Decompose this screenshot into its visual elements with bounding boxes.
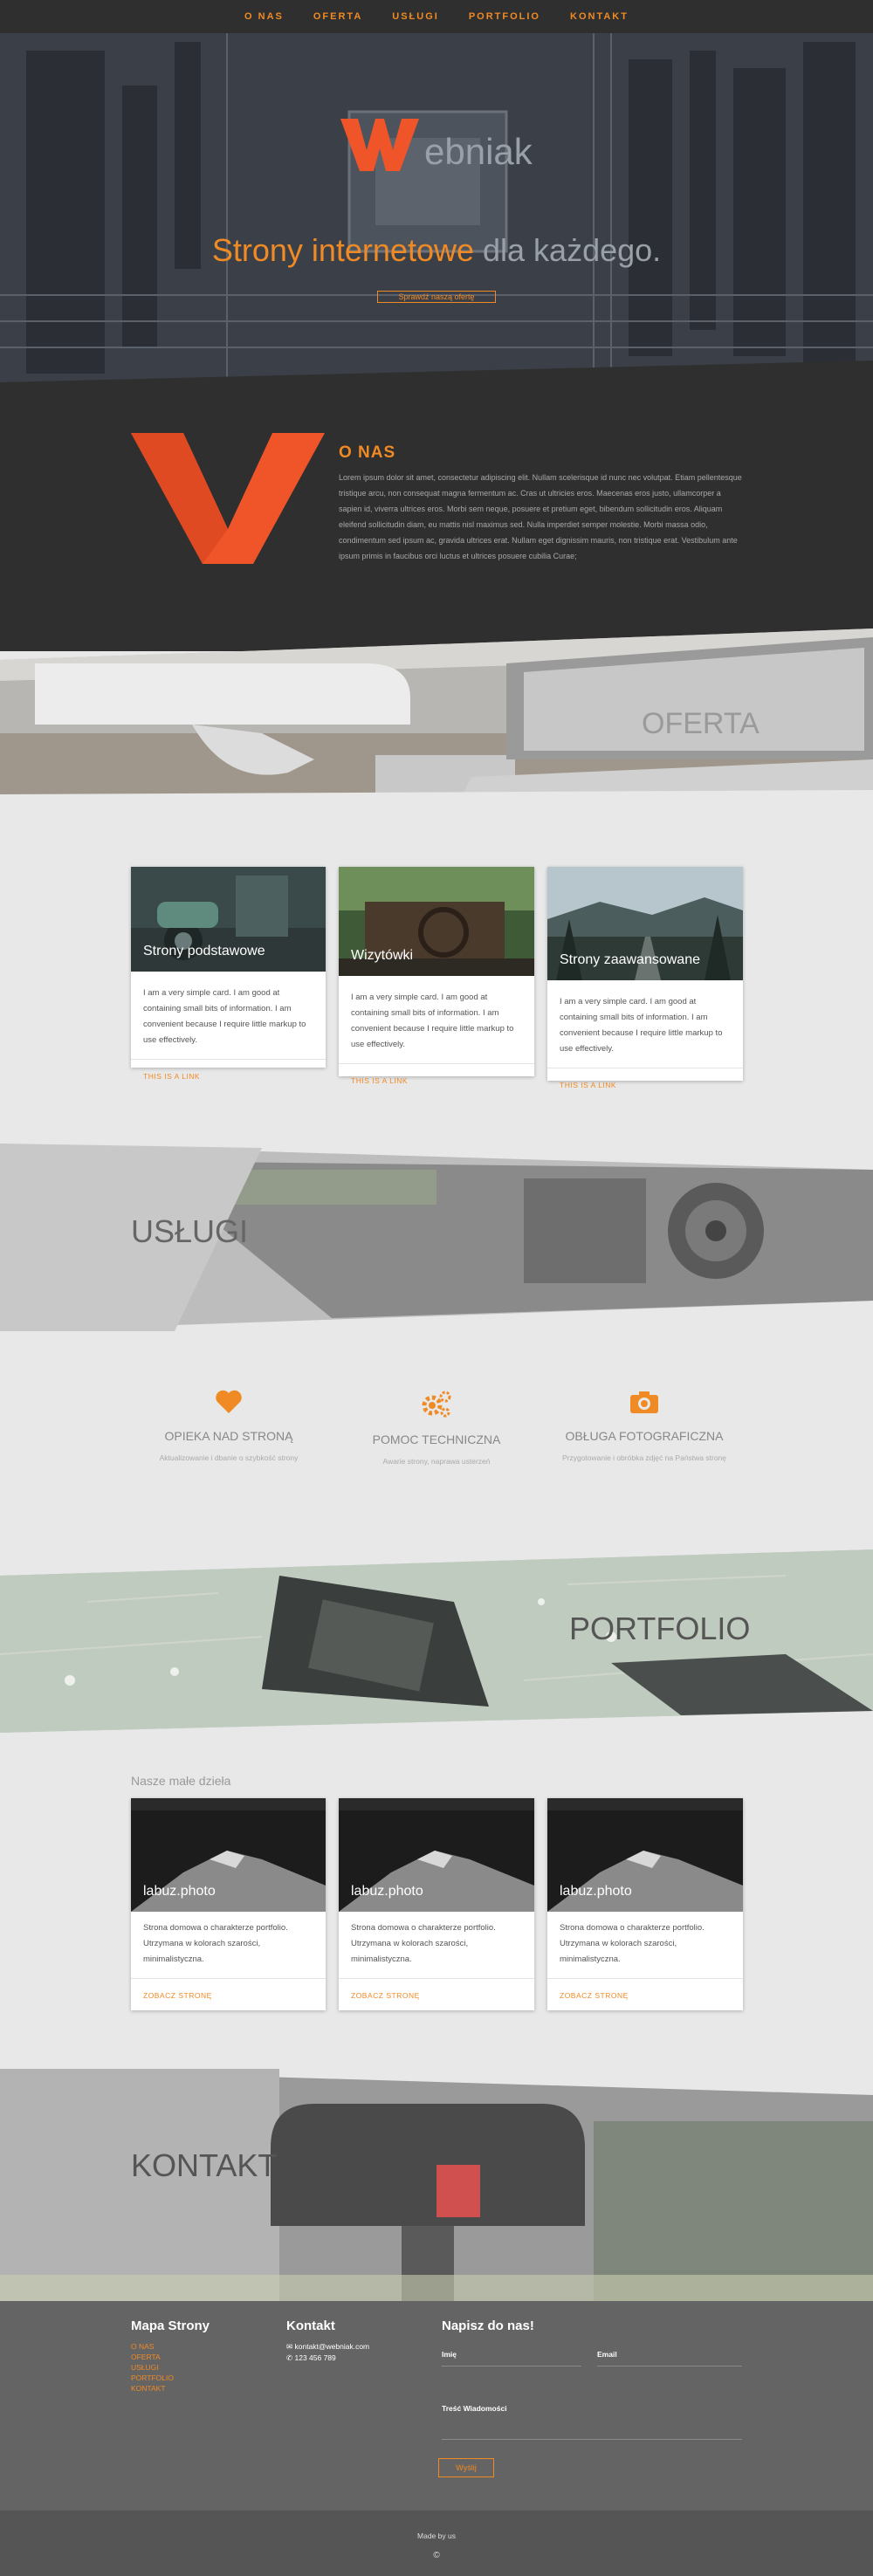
sitemap-list: O NAS OFERTA USŁUGI PORTFOLIO KONTAKT: [131, 2341, 174, 2394]
sitemap-link-oferta[interactable]: OFERTA: [131, 2352, 174, 2362]
offer-card-2-title: Wizytówki: [351, 948, 414, 963]
offer-card-2-text: I am a very simple card. I am good at co…: [351, 993, 514, 1049]
nav-item-kontakt[interactable]: KONTAKT: [570, 11, 629, 22]
service-3: OBŁUGA FOTOGRAFICZNA Przygotowanie i obr…: [540, 1390, 749, 1462]
portfolio-card-3-title: labuz.photo: [560, 1884, 632, 1899]
service-2: POMOC TECHNICZNA Awarie strony, naprawa …: [332, 1390, 541, 1466]
offer-card-1-image: Strony podstawowe: [131, 867, 326, 972]
sitemap-link-portfolio[interactable]: PORTFOLIO: [131, 2373, 174, 2383]
portfolio-card-2-text: Strona domowa o charakterze portfolio. U…: [351, 1923, 496, 1964]
uslugi-heading: USŁUGI: [131, 1213, 249, 1249]
oferta-banner: OFERTA: [0, 629, 873, 812]
webniak-logo: ebniak: [340, 119, 533, 172]
sitemap-link-uslugi[interactable]: USŁUGI: [131, 2362, 174, 2373]
sitemap-link-kontakt[interactable]: KONTAKT: [131, 2383, 174, 2394]
hero-offer-button[interactable]: Sprawdź naszą ofertę: [377, 291, 496, 303]
portfolio-card-3: labuz.photo Strona domowa o charakterze …: [547, 1798, 743, 2010]
hero-logo: ebniak: [0, 119, 873, 177]
uslugi-banner: USŁUGI: [0, 1144, 873, 1331]
top-nav: O NAS OFERTA USŁUGI PORTFOLIO KONTAKT: [0, 0, 873, 33]
send-button[interactable]: Wyślij: [438, 2458, 494, 2477]
service-3-desc: Przygotowanie i obróbka zdjęć na Państwa…: [561, 1453, 727, 1462]
portfolio-card-3-link[interactable]: ZOBACZ STRONĘ: [547, 1979, 743, 2012]
message-label: Treść Wiadomości: [442, 2404, 507, 2413]
hero-title-rest: dla każdego.: [483, 232, 662, 268]
contact-phone-row: ✆ 123 456 789: [286, 2353, 369, 2364]
footer: Mapa Strony O NAS OFERTA USŁUGI PORTFOLI…: [0, 2301, 873, 2511]
offer-card-3: Strony zaawansowane I am a very simple c…: [547, 867, 743, 1089]
offer-card-2: Wizytówki I am a very simple card. I am …: [339, 867, 534, 1085]
email-label: Email: [597, 2350, 617, 2359]
offer-card-2-link[interactable]: THIS IS A LINK: [339, 1064, 534, 1097]
made-by-text: Made by us: [417, 2531, 456, 2540]
kontakt-background-image: [0, 2069, 873, 2301]
portfolio-card-2-title: labuz.photo: [351, 1884, 423, 1899]
heart-icon: [216, 1390, 242, 1413]
oferta-heading: OFERTA: [642, 707, 760, 740]
offer-card-3-image: Strony zaawansowane: [547, 867, 743, 980]
contact-title: Kontakt: [286, 2318, 335, 2333]
service-1-title: OPIEKA NAD STRONĄ: [164, 1429, 293, 1443]
contact-phone: 123 456 789: [294, 2353, 336, 2362]
portfolio-heading: PORTFOLIO: [569, 1611, 751, 1646]
w-logo-icon: [131, 433, 325, 564]
portfolio-card-2: labuz.photo Strona domowa o charakterze …: [339, 1798, 534, 2010]
contact-email[interactable]: kontakt@webniak.com: [294, 2342, 369, 2351]
contact-email-row: ✉ kontakt@webniak.com: [286, 2341, 369, 2353]
service-1-desc: Aktualizowanie i dbanie o szybkość stron…: [159, 1453, 299, 1462]
form-title: Napisz do nas!: [442, 2318, 534, 2333]
about-text: Lorem ipsum dolor sit amet, consectetur …: [339, 473, 742, 560]
svg-text:ebniak: ebniak: [424, 131, 533, 172]
sitemap-link-o-nas[interactable]: O NAS: [131, 2341, 174, 2352]
service-2-title: POMOC TECHNICZNA: [372, 1432, 501, 1446]
contact-info: ✉ kontakt@webniak.com ✆ 123 456 789: [286, 2341, 369, 2364]
offer-card-3-text: I am a very simple card. I am good at co…: [560, 997, 723, 1054]
service-2-desc: Awarie strony, naprawa usterzeń: [382, 1457, 491, 1466]
about-section: O NAS Lorem ipsum dolor sit amet, consec…: [0, 389, 873, 651]
kontakt-banner: KONTAKT: [0, 2069, 873, 2301]
kontakt-heading: KONTAKT: [131, 2147, 278, 2183]
hero-title: Strony internetowe dla każdego.: [0, 232, 873, 269]
gears-icon: [422, 1391, 451, 1418]
portfolio-banner: PORTFOLIO: [0, 1549, 873, 1733]
service-3-title: OBŁUGA FOTOGRAFICZNA: [565, 1429, 724, 1443]
portfolio-card-2-image: labuz.photo: [339, 1798, 534, 1912]
portfolio-card-1-text: Strona domowa o charakterze portfolio. U…: [143, 1923, 288, 1964]
nav-item-o-nas[interactable]: O NAS: [244, 11, 284, 22]
offer-card-1-title: Strony podstawowe: [143, 944, 265, 958]
offer-card-2-image: Wizytówki: [339, 867, 534, 976]
portfolio-card-1-image: labuz.photo: [131, 1798, 326, 1912]
offer-card-1-text: I am a very simple card. I am good at co…: [143, 988, 306, 1045]
about-title: O NAS: [339, 443, 396, 462]
hero-section: ebniak Strony internetowe dla każdego. S…: [0, 33, 873, 391]
offer-card-1-link[interactable]: THIS IS A LINK: [131, 1060, 326, 1093]
message-input[interactable]: [442, 2439, 742, 2440]
portfolio-card-1-title: labuz.photo: [143, 1884, 216, 1899]
bottom-bar: Made by us ©: [0, 2511, 873, 2576]
camera-icon: [630, 1391, 658, 1413]
offer-card-3-title: Strony zaawansowane: [560, 952, 700, 967]
portfolio-card-3-image: labuz.photo: [547, 1798, 743, 1912]
portfolio-subtitle: Nasze małe dzieła: [131, 1774, 231, 1788]
hero-title-highlight: Strony internetowe: [211, 232, 474, 268]
nav-item-oferta[interactable]: OFERTA: [313, 11, 362, 22]
sitemap-title: Mapa Strony: [131, 2318, 210, 2333]
offer-card-1: Strony podstawowe I am a very simple car…: [131, 867, 326, 1081]
portfolio-card-2-link[interactable]: ZOBACZ STRONĘ: [339, 1979, 534, 2012]
offer-card-3-link[interactable]: THIS IS A LINK: [547, 1068, 743, 1102]
copyright-icon: ©: [433, 2551, 440, 2560]
hero-background-image: [0, 33, 873, 391]
service-1: OPIEKA NAD STRONĄ Aktualizowanie i dbani…: [124, 1390, 333, 1462]
portfolio-card-3-text: Strona domowa o charakterze portfolio. U…: [560, 1923, 705, 1964]
portfolio-card-1-link[interactable]: ZOBACZ STRONĘ: [131, 1979, 326, 2012]
nav-item-portfolio[interactable]: PORTFOLIO: [469, 11, 540, 22]
name-label: Imię: [442, 2350, 457, 2359]
portfolio-card-1: labuz.photo Strona domowa o charakterze …: [131, 1798, 326, 2010]
nav-item-uslugi[interactable]: USŁUGI: [392, 11, 439, 22]
